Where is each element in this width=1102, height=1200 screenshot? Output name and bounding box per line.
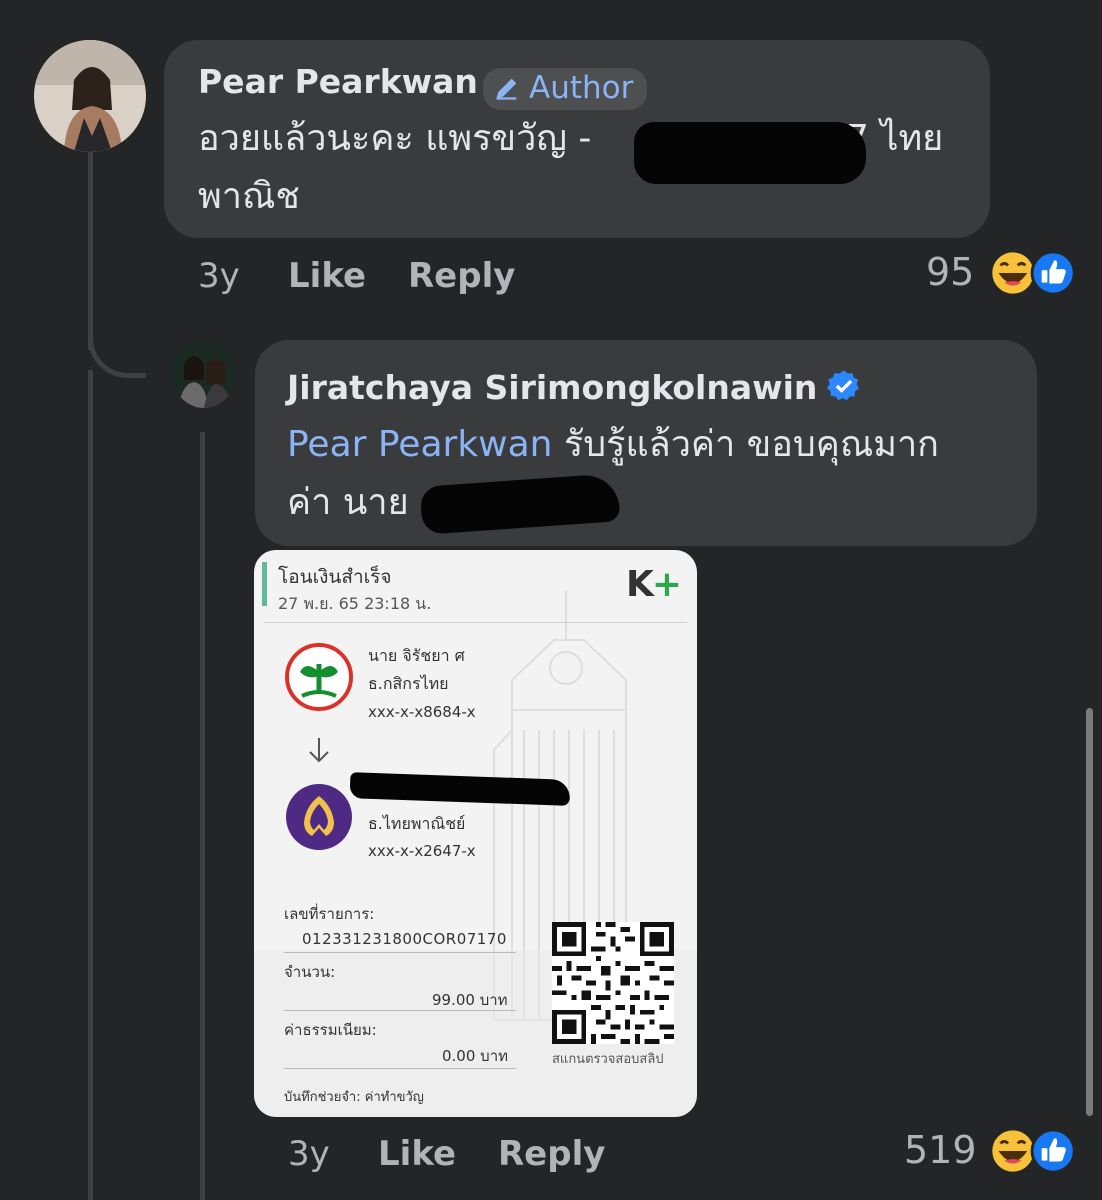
- verified-icon: [826, 370, 859, 401]
- like-button[interactable]: Like: [378, 1134, 456, 1174]
- accent-bar: [262, 562, 267, 606]
- like-button[interactable]: Like: [288, 256, 366, 296]
- ref-label: เลขที่รายการ:: [284, 905, 375, 923]
- comment-bubble: Jiratchaya Sirimongkolnawin Pear Pearkwa…: [255, 340, 1037, 546]
- reply-button[interactable]: Reply: [408, 256, 515, 296]
- scrollbar[interactable]: [1086, 708, 1093, 1116]
- qr-code[interactable]: [552, 922, 674, 1044]
- reply-button[interactable]: Reply: [498, 1134, 605, 1174]
- comment-bubble: Pear Pearkwan Author อวยแล้วนะคะ แพรขวัญ…: [164, 40, 990, 238]
- thread-connector: [88, 300, 146, 378]
- sender-account: xxx-x-x8684-x: [368, 703, 476, 721]
- scb-logo-icon: [286, 784, 352, 850]
- comment-text-line1: รับรู้แล้วค่า ขอบคุณมาก: [552, 424, 939, 465]
- thread-line: [200, 432, 205, 1200]
- ref-value: 012331231800COR07170: [302, 930, 507, 948]
- slip-datetime: 27 พ.ย. 65 23:18 น.: [278, 594, 432, 613]
- comment-text-line1: อวยแล้วนะคะ แพรขวัญ -: [198, 118, 592, 159]
- comment-text: Pear Pearkwan รับรู้แล้วค่า ขอบคุณมาก ค่…: [287, 416, 1027, 532]
- arrow-down-icon: [309, 738, 329, 763]
- sender-name: นาย จิรัชยา ศ: [368, 646, 465, 665]
- pencil-icon: [496, 78, 517, 100]
- avatar[interactable]: [172, 340, 236, 408]
- divider: [264, 622, 687, 623]
- avatar-photo: [34, 40, 146, 152]
- like-reaction-icon: [1030, 250, 1076, 296]
- comment-time[interactable]: 3y: [198, 256, 240, 296]
- transfer-slip-image[interactable]: โอนเงินสำเร็จ 27 พ.ย. 65 23:18 น. K+ นาย…: [254, 550, 697, 1117]
- fee-label: ค่าธรรมเนียม:: [284, 1021, 377, 1039]
- reaction-icons[interactable]: [986, 1128, 1082, 1174]
- author-badge: Author: [483, 67, 648, 110]
- sender-bank: ธ.กสิกรไทย: [368, 674, 449, 693]
- comment-text-line2: ค่า นาย: [287, 482, 409, 523]
- divider: [284, 1010, 516, 1011]
- comment-author[interactable]: Pear Pearkwan: [198, 62, 478, 101]
- qr-caption: สแกนตรวจสอบสลิป: [552, 1052, 664, 1067]
- comment-time[interactable]: 3y: [288, 1134, 330, 1174]
- slip-title: โอนเงินสำเร็จ: [278, 566, 392, 588]
- reaction-count[interactable]: 519: [904, 1128, 977, 1172]
- receiver-account: xxx-x-x2647-x: [368, 842, 476, 860]
- divider: [284, 1068, 516, 1069]
- author-badge-label: Author: [529, 69, 634, 106]
- amount-label: จำนวน:: [284, 963, 336, 981]
- kplus-logo: K+: [626, 564, 682, 605]
- memo: บันทึกช่วยจำ: ค่าทำขวัญ: [284, 1090, 424, 1105]
- thread-line: [88, 370, 93, 1200]
- reaction-icons[interactable]: [986, 250, 1082, 296]
- haha-reaction-icon: [989, 250, 1037, 296]
- fee-value: 0.00 บาท: [442, 1047, 508, 1065]
- comment-author[interactable]: Jiratchaya Sirimongkolnawin: [287, 368, 817, 407]
- comment-text-line2: พาณิช: [198, 176, 300, 217]
- divider: [284, 952, 516, 953]
- redaction-mark: [634, 122, 866, 184]
- receiver-bank: ธ.ไทยพาณิชย์: [368, 814, 466, 833]
- amount-value: 99.00 บาท: [432, 991, 508, 1009]
- haha-reaction-icon: [989, 1128, 1037, 1174]
- avatar-photo: [172, 340, 236, 408]
- avatar[interactable]: [34, 40, 146, 152]
- mention-link[interactable]: Pear Pearkwan: [287, 424, 552, 465]
- like-reaction-icon: [1030, 1128, 1076, 1174]
- kbank-logo-icon: [285, 643, 353, 711]
- reaction-count[interactable]: 95: [926, 250, 974, 294]
